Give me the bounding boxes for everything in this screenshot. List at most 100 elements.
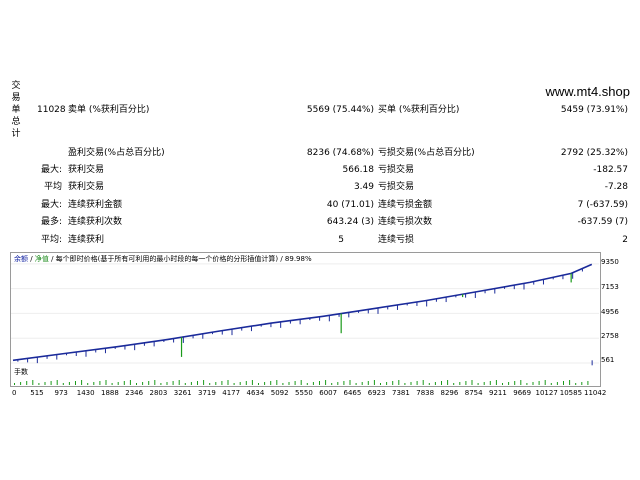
x-tick-label: 7381 (392, 389, 410, 397)
volume-bar (373, 380, 375, 385)
volume-bar (197, 381, 198, 385)
max-loss-value: -182.57 (593, 165, 628, 175)
profit-trades-label: 盈利交易(%占总百分比) (68, 148, 165, 158)
buy-label: 买单 (%获利百分比) (378, 105, 460, 115)
most-prefix: 最多: (40, 217, 62, 227)
x-tick-label: 0 (12, 389, 17, 397)
x-tick-label: 8754 (464, 389, 483, 397)
volume-bar (117, 382, 119, 385)
volume-bar (56, 380, 58, 385)
x-tick-label: 11042 (584, 389, 607, 397)
volume-bar (514, 381, 516, 385)
volume-bar (471, 380, 473, 385)
volume-bar (14, 383, 15, 385)
volume-bar (154, 380, 156, 385)
volume-bar (233, 383, 235, 385)
volume-bar (50, 381, 52, 385)
volume-bar (300, 380, 302, 385)
volume-bar (111, 383, 113, 385)
volume-bars (14, 380, 589, 385)
volume-bar (398, 380, 400, 385)
volume-bar (239, 382, 241, 385)
x-tick-label: 3719 (198, 389, 216, 397)
volume-bar (99, 381, 101, 385)
balance-line (12, 263, 593, 362)
avg-loss-label: 亏损交易 (378, 182, 415, 192)
x-tick-label: 6007 (319, 389, 338, 397)
volume-bar (184, 383, 186, 385)
volume-bar (142, 382, 144, 385)
volume-bar (441, 381, 442, 385)
site-watermark: www.mt4.shop (545, 84, 630, 99)
side-char: 交 (11, 81, 21, 91)
y-tick-label: 2758 (601, 332, 619, 340)
volume-bar (44, 382, 46, 385)
max-loss-label: 亏损交易 (378, 165, 415, 175)
volume-bar (465, 381, 467, 385)
volume-bar (148, 381, 150, 385)
volume-bar (270, 381, 272, 385)
volume-bar (32, 380, 34, 385)
volume-bar (258, 383, 259, 385)
volume-bar (20, 382, 22, 385)
x-tick-label: 9669 (513, 389, 532, 397)
volume-bar (550, 383, 552, 385)
avg-consec-profit-value: 5 (338, 235, 344, 245)
x-tick-label: 6465 (343, 389, 362, 397)
y-tick-label: 9350 (601, 258, 619, 266)
volume-bar (404, 383, 406, 385)
max-prefix: 最大: (40, 165, 62, 175)
side-char: 易 (11, 93, 21, 103)
sell-label: 卖单 (%获利百分比) (68, 105, 150, 115)
side-char: 计 (11, 129, 21, 139)
x-tick-label: 5092 (270, 389, 289, 397)
volume-bar (38, 383, 40, 385)
volume-bar (331, 383, 333, 385)
volume-bar (532, 382, 534, 385)
top-blank-area (0, 0, 640, 75)
y-tick-label: 4956 (601, 308, 619, 316)
x-tick-label: 515 (30, 389, 44, 397)
buy-value: 5459 (73.91%) (560, 105, 628, 115)
volume-bar (245, 381, 247, 385)
volume-bar (508, 382, 510, 385)
max-profit-value: 566.18 (342, 165, 375, 175)
volume-bar (447, 380, 449, 385)
x-tick-label: 10585 (559, 389, 583, 397)
y-tick-label: 7153 (601, 283, 619, 291)
avg-consec-loss-value: 2 (622, 235, 628, 245)
volume-bar (459, 382, 461, 385)
consec-profit-amount-value: 40 (71.01) (326, 200, 374, 210)
volume-bar (575, 383, 577, 385)
volume-bar (221, 381, 223, 385)
volume-bar (62, 383, 64, 385)
volume-bar (453, 383, 455, 385)
x-tick-label: 9211 (489, 389, 507, 397)
volume-bar (422, 380, 424, 385)
avg-profit-value: 3.49 (353, 182, 374, 192)
volume-bar (93, 382, 95, 385)
volume-bar (306, 383, 308, 385)
consec-loss-count-value: -637.59 (7) (577, 217, 628, 227)
volume-bar (319, 381, 320, 385)
profit-trades-value: 8236 (74.68%) (306, 148, 374, 158)
volume-bar (294, 381, 296, 385)
volume-bar (282, 383, 284, 385)
volume-bar (410, 382, 412, 385)
volume-bar (392, 381, 394, 385)
volume-bar (26, 381, 28, 385)
x-tick-label: 4177 (222, 389, 241, 397)
volume-bar (569, 380, 571, 385)
volume-bar (367, 381, 369, 385)
volume-bar (520, 380, 522, 385)
volume-bar (434, 382, 436, 385)
volume-bar (325, 380, 327, 385)
side-char: 总 (11, 117, 21, 127)
x-tick-label: 1888 (101, 389, 119, 397)
avg-consec-profit-label: 连续获利 (68, 235, 105, 245)
volume-bar (123, 381, 125, 385)
total-trades: 11028 (37, 105, 66, 115)
volume-bar (556, 382, 558, 385)
x-tick-label: 5550 (295, 389, 313, 397)
x-tick-label: 8296 (440, 389, 459, 397)
